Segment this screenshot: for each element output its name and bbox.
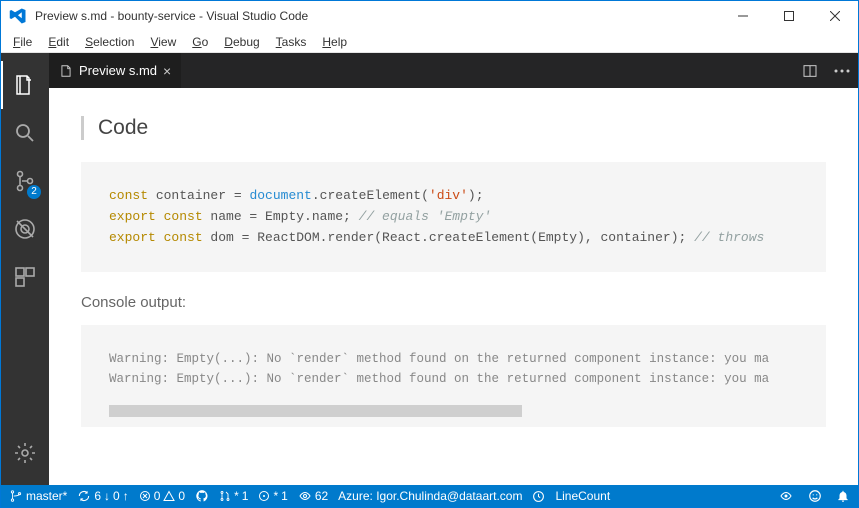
tab-label: Preview s.md [79, 63, 157, 78]
more-actions-icon[interactable] [826, 53, 858, 88]
vscode-logo-icon [9, 7, 27, 25]
status-pr[interactable]: * 1 [219, 489, 248, 503]
menu-view[interactable]: View [142, 33, 184, 51]
status-clock-icon[interactable] [532, 490, 545, 503]
status-issue[interactable]: * 1 [258, 489, 287, 503]
activity-explorer[interactable] [1, 61, 49, 109]
scm-badge: 2 [27, 185, 41, 199]
maximize-button[interactable] [766, 1, 812, 31]
editor-area: Preview s.md × Code const container = do… [49, 53, 858, 485]
status-github[interactable] [195, 489, 209, 503]
status-linecount[interactable]: LineCount [555, 489, 610, 503]
status-views[interactable]: 62 [298, 489, 328, 503]
tab-preview-smd[interactable]: Preview s.md × [49, 53, 181, 88]
status-feedback-smile-icon[interactable] [808, 489, 822, 503]
status-branch[interactable]: master* [9, 489, 67, 503]
activity-scm[interactable]: 2 [1, 157, 49, 205]
console-block: Warning: Empty(...): No `render` method … [81, 325, 826, 427]
tab-bar: Preview s.md × [49, 53, 858, 88]
window-controls [720, 1, 858, 31]
minimize-button[interactable] [720, 1, 766, 31]
menu-go[interactable]: Go [184, 33, 216, 51]
activity-debug[interactable] [1, 205, 49, 253]
console-output-label: Console output: [81, 294, 826, 311]
tab-close-icon[interactable]: × [163, 63, 171, 79]
activity-bar: 2 [1, 53, 49, 485]
status-feedback-eye-icon[interactable] [778, 490, 794, 502]
titlebar: Preview s.md - bounty-service - Visual S… [1, 1, 858, 31]
code-block: const container = document.createElement… [81, 162, 826, 272]
menu-debug[interactable]: Debug [216, 33, 267, 51]
menu-selection[interactable]: Selection [77, 33, 142, 51]
code-heading: Code [81, 116, 826, 140]
status-azure[interactable]: Azure: Igor.Chulinda@dataart.com [338, 489, 522, 503]
status-sync[interactable]: 6↓ 0↑ [77, 489, 128, 503]
activity-extensions[interactable] [1, 253, 49, 301]
menu-edit[interactable]: Edit [40, 33, 77, 51]
menu-help[interactable]: Help [314, 33, 355, 51]
menu-file[interactable]: File [5, 33, 40, 51]
menu-tasks[interactable]: Tasks [268, 33, 315, 51]
activity-search[interactable] [1, 109, 49, 157]
menubar: File Edit Selection View Go Debug Tasks … [1, 31, 858, 53]
status-problems[interactable]: 0 0 [139, 489, 185, 503]
workbench: 2 Preview s.md × Code const container = … [1, 53, 858, 485]
markdown-preview: Code const container = document.createEl… [49, 88, 858, 485]
close-button[interactable] [812, 1, 858, 31]
horizontal-scrollbar[interactable] [109, 405, 522, 417]
status-bell-icon[interactable] [836, 489, 850, 503]
split-editor-icon[interactable] [794, 53, 826, 88]
window-title: Preview s.md - bounty-service - Visual S… [35, 9, 720, 23]
activity-settings[interactable] [1, 429, 49, 477]
status-bar: master* 6↓ 0↑ 0 0 * 1 * 1 62 Azure: Igor… [1, 485, 858, 507]
file-icon [59, 64, 73, 78]
